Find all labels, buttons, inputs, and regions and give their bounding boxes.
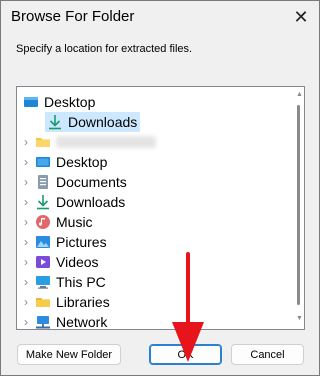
close-icon: ✕ (293, 6, 309, 27)
tree-item-content: Documents (33, 172, 130, 192)
music-icon (35, 214, 51, 230)
expand-chevron-icon[interactable]: › (19, 212, 33, 232)
tree-item-content: Desktop (33, 152, 110, 172)
tree-item-content: Downloads (45, 112, 141, 132)
expand-chevron-icon[interactable]: › (19, 152, 33, 172)
expand-chevron-icon[interactable]: › (19, 272, 33, 292)
tree-item-content: Desktop (21, 92, 98, 112)
expand-chevron-icon[interactable]: › (19, 312, 33, 329)
folder-tree[interactable]: ▲ ▼ Desktop Downloads › › Desktop › Documents ›… (16, 86, 305, 330)
vertical-scrollbar[interactable]: ▲ ▼ (296, 91, 303, 323)
tree-item-content: Videos (33, 252, 102, 272)
expand-chevron-icon[interactable]: › (19, 232, 33, 252)
tree-item-label: Pictures (56, 234, 107, 250)
tree-item-videos[interactable]: › Videos (19, 252, 289, 272)
expand-chevron-icon[interactable]: › (19, 292, 33, 312)
tree-item-documents[interactable]: › Documents (19, 172, 289, 192)
tree-item-content: Libraries (33, 292, 113, 312)
expand-chevron-icon[interactable]: › (19, 132, 33, 152)
pictures-icon (35, 234, 51, 250)
libraries-icon (35, 294, 51, 310)
tree-item-this-pc[interactable]: › This PC (19, 272, 289, 292)
tree-item-label: Documents (56, 174, 127, 190)
downloads-icon (47, 114, 63, 130)
annotation-arrow (172, 252, 204, 362)
desktop-icon (35, 154, 51, 170)
scroll-down-arrow-icon[interactable]: ▼ (296, 315, 303, 323)
close-button[interactable]: ✕ (283, 1, 319, 33)
tree-item-downloads[interactable]: › Downloads (19, 192, 289, 212)
documents-icon (35, 174, 51, 190)
tree-item-pictures[interactable]: › Pictures (19, 232, 289, 252)
tree-item-content: Downloads (33, 192, 128, 212)
redacted-folder-name (56, 136, 156, 148)
tree-item-label: Music (56, 214, 93, 230)
scroll-up-arrow-icon[interactable]: ▲ (296, 91, 303, 99)
user-folder-icon (35, 134, 51, 150)
window-title: Browse For Folder (11, 8, 135, 25)
this-pc-icon (35, 274, 51, 290)
tree-item-music[interactable]: › Music (19, 212, 289, 232)
tree-item-user-folder[interactable]: › (19, 132, 289, 152)
scroll-thumb[interactable] (297, 105, 300, 305)
expand-chevron-icon[interactable]: › (19, 172, 33, 192)
instruction-text: Specify a location for extracted files. (16, 43, 193, 55)
tree-item-content: Pictures (33, 232, 110, 252)
tree-item-network[interactable]: › Network (19, 312, 289, 330)
expand-chevron-icon[interactable]: › (19, 192, 33, 212)
desktop-folder-icon (23, 94, 39, 110)
expand-chevron-icon (19, 112, 33, 132)
tree-item-label: Network (56, 314, 108, 330)
tree-item-content: This PC (33, 272, 109, 292)
make-new-folder-button[interactable]: Make New Folder (17, 344, 121, 365)
videos-icon (35, 254, 51, 270)
tree-item-content: Music (33, 212, 96, 232)
expand-chevron-icon[interactable]: › (19, 252, 33, 272)
tree-item-content: Network (33, 312, 110, 330)
title-bar: Browse For Folder ✕ (1, 1, 319, 33)
tree-item-label: This PC (56, 274, 106, 290)
tree-item-downloads[interactable]: Downloads (19, 112, 289, 132)
tree-item-desktop[interactable]: › Desktop (19, 152, 289, 172)
downloads-icon (35, 194, 51, 210)
tree-item-label: Desktop (44, 94, 96, 110)
tree-item-label: Downloads (68, 114, 138, 130)
tree-item-label: Downloads (56, 194, 126, 210)
tree-item-label: Libraries (56, 294, 110, 310)
tree-item-libraries[interactable]: › Libraries (19, 292, 289, 312)
network-icon (35, 314, 51, 329)
cancel-button[interactable]: Cancel (231, 344, 304, 365)
tree-item-label: Videos (56, 254, 99, 270)
browse-for-folder-dialog: Browse For Folder ✕ Specify a location f… (0, 0, 320, 376)
tree-item-label: Desktop (56, 154, 108, 170)
tree-item-desktop[interactable]: Desktop (19, 92, 289, 112)
tree-item-content (33, 132, 159, 152)
